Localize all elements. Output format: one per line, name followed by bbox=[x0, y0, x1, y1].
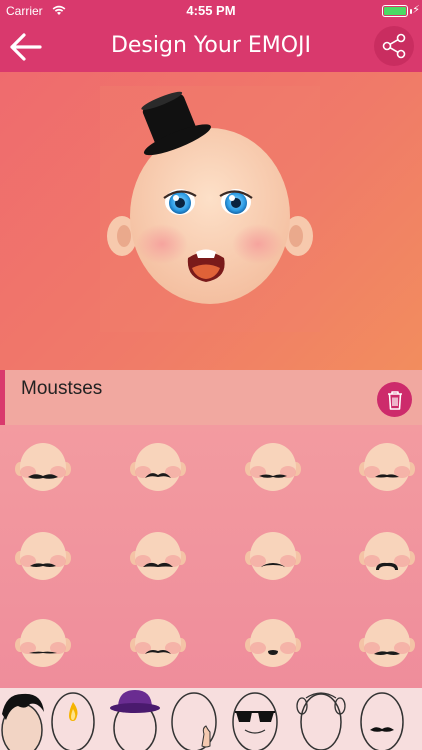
face-color-tab[interactable] bbox=[50, 690, 95, 750]
moustache-option[interactable] bbox=[243, 526, 303, 586]
moustache-face-icon bbox=[359, 443, 415, 491]
moustache-option[interactable] bbox=[243, 437, 303, 497]
category-bar: Moustses bbox=[0, 370, 422, 425]
moustache-option[interactable] bbox=[13, 437, 73, 497]
moustache-option[interactable] bbox=[13, 613, 73, 673]
clock: 4:55 PM bbox=[186, 3, 236, 18]
trash-icon bbox=[387, 390, 402, 410]
moustache-option[interactable] bbox=[357, 437, 417, 497]
glasses-icon bbox=[232, 692, 278, 750]
share-icon bbox=[382, 33, 406, 59]
delete-button[interactable] bbox=[377, 382, 412, 417]
moustache-option[interactable] bbox=[357, 613, 417, 673]
moustache-option[interactable] bbox=[357, 526, 417, 586]
glasses-tab[interactable] bbox=[230, 690, 278, 750]
charging-icon: ⚡ bbox=[412, 3, 420, 16]
moustache-option[interactable] bbox=[128, 613, 188, 673]
flame-icon bbox=[51, 692, 95, 750]
page-title: Design Your EMOJI bbox=[110, 33, 312, 58]
moustache-face-icon bbox=[130, 443, 186, 491]
moustaches-tab[interactable] bbox=[358, 690, 404, 750]
moustache-face-icon bbox=[245, 443, 301, 491]
moustache-option[interactable] bbox=[243, 613, 303, 673]
moustache-option[interactable] bbox=[128, 437, 188, 497]
moustache-face-icon bbox=[15, 619, 71, 667]
emoji-face[interactable] bbox=[100, 86, 320, 332]
hats-tab[interactable] bbox=[108, 690, 160, 750]
share-button[interactable] bbox=[374, 26, 414, 66]
moustache-face-icon bbox=[130, 532, 186, 580]
emoji-preview-area bbox=[0, 72, 422, 370]
moustache-face-icon bbox=[15, 532, 71, 580]
moustache-face-icon bbox=[130, 619, 186, 667]
moustache-face-icon bbox=[245, 619, 301, 667]
moustache-face-icon bbox=[15, 443, 71, 491]
ears-icon bbox=[296, 692, 346, 750]
hair-tab[interactable] bbox=[0, 690, 44, 750]
hand-icon bbox=[171, 692, 217, 750]
moustache-face-icon bbox=[359, 532, 415, 580]
moustache-option[interactable] bbox=[128, 526, 188, 586]
ears-tab[interactable] bbox=[296, 690, 346, 750]
moustache-grid bbox=[0, 425, 422, 688]
emoji-canvas bbox=[100, 86, 320, 332]
category-accent bbox=[0, 370, 5, 425]
moustache-face-icon bbox=[359, 619, 415, 667]
status-bar: Carrier 4:55 PM ⚡ bbox=[0, 0, 422, 22]
moustache-option[interactable] bbox=[13, 526, 73, 586]
battery-icon bbox=[382, 5, 408, 17]
category-label: Moustses bbox=[21, 378, 103, 399]
moustache-face-icon bbox=[245, 532, 301, 580]
navigation-header: Design Your EMOJI bbox=[0, 22, 422, 72]
hair-icon bbox=[1, 693, 44, 750]
category-tab-bar bbox=[0, 688, 422, 750]
moustache-tab-icon bbox=[360, 692, 404, 750]
hands-tab[interactable] bbox=[170, 690, 217, 750]
bowler-hat-icon bbox=[110, 690, 160, 750]
